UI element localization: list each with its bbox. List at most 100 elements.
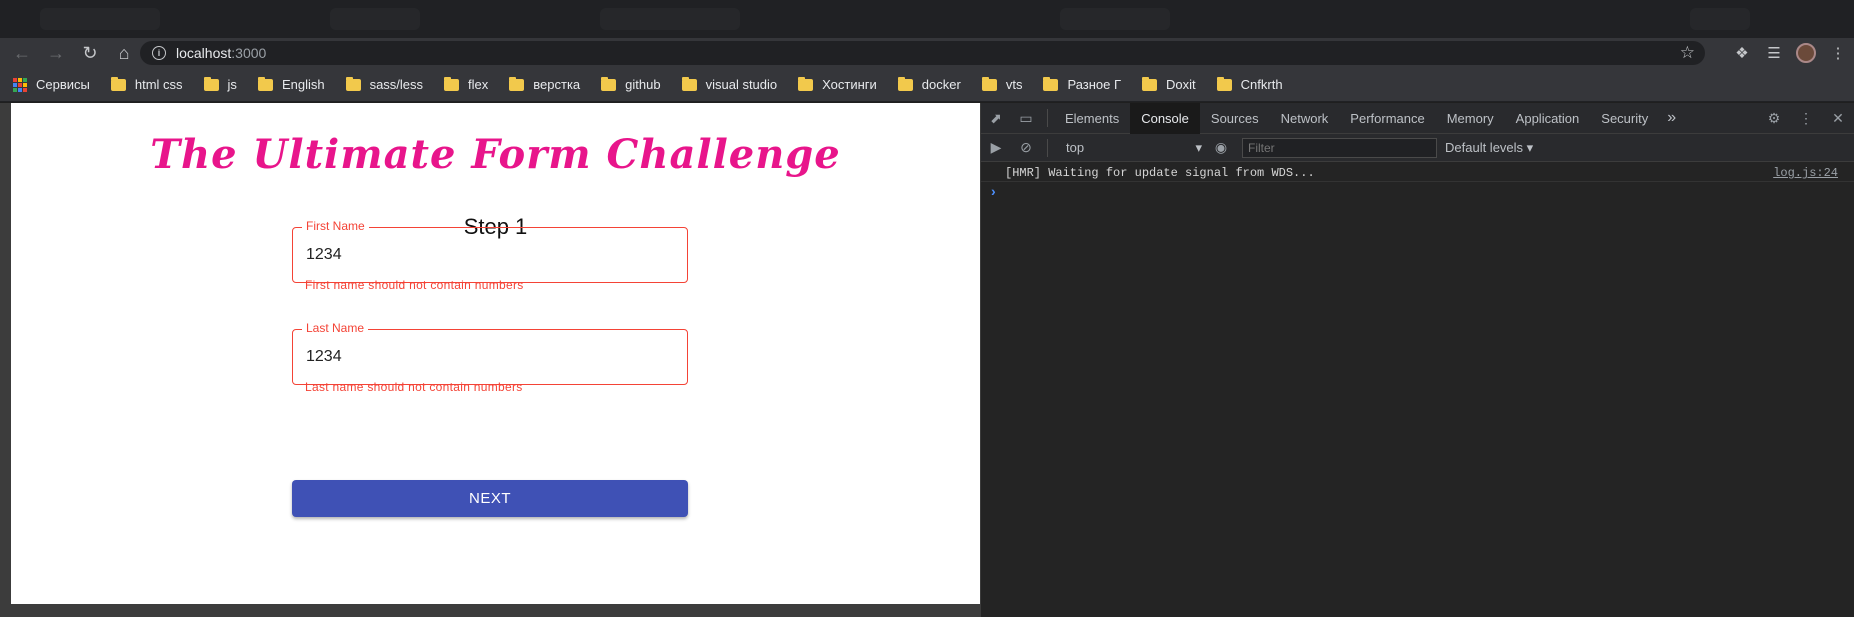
address-bar[interactable]: i localhost:3000 ☆ [140, 41, 1705, 65]
bookmark-item[interactable]: flex [444, 76, 489, 92]
bookmark-item[interactable]: html css [110, 76, 183, 92]
bookmark-item[interactable]: visual studio [681, 76, 778, 92]
bookmark-item[interactable]: vts [981, 76, 1023, 92]
devtools-panel: ⬈ ▭ Elements Console Sources Network Perform… [980, 102, 1854, 617]
bookmark-label: flex [468, 77, 489, 92]
menu-icon[interactable]: ⋮ [1822, 38, 1854, 68]
context-value: top [1066, 140, 1085, 155]
media-icon[interactable]: ☰ [1758, 38, 1790, 68]
bookmark-label: Doxit [1166, 77, 1196, 92]
profile-avatar[interactable] [1790, 38, 1822, 68]
last-name-field[interactable]: Last Name [292, 321, 688, 385]
page-title: The Ultimate Form Challenge [150, 131, 841, 178]
last-name-label: Last Name [302, 321, 369, 335]
settings-gear-icon[interactable]: ⚙ [1758, 103, 1790, 134]
folder-icon [444, 76, 460, 91]
bookmark-item[interactable]: Разное Г [1043, 76, 1122, 92]
reload-icon[interactable]: ↻ [73, 38, 107, 68]
bookmark-label: js [227, 77, 237, 92]
bookmark-label: sass/less [369, 77, 424, 92]
last-name-error: Last name should not contain numbers [305, 380, 523, 394]
devtools-tab-network[interactable]: Network [1270, 103, 1340, 134]
clear-console-icon[interactable]: ⊘ [1011, 132, 1041, 163]
first-name-label: First Name [302, 219, 369, 233]
devtools-tab-performance[interactable]: Performance [1339, 103, 1435, 134]
url-host: localhost [176, 45, 232, 61]
bookmark-item[interactable]: Хостинги [798, 76, 877, 92]
bookmark-item[interactable]: docker [897, 76, 961, 92]
bookmark-item[interactable]: Сервисы [13, 77, 90, 92]
back-icon[interactable]: ← [5, 38, 39, 68]
dropdown-arrow-icon: ▾ [1195, 139, 1202, 155]
bookmark-item[interactable]: Cnfkrth [1216, 76, 1283, 92]
last-name-input[interactable] [306, 344, 666, 370]
divider [1047, 109, 1048, 127]
divider [1047, 138, 1048, 157]
more-tabs-icon[interactable]: » [1667, 109, 1676, 127]
page-viewport: The Ultimate Form Challenge Step 1 First… [11, 103, 980, 604]
device-toolbar-icon[interactable]: ▭ [1011, 103, 1041, 134]
folder-icon [345, 76, 361, 91]
console-filter-input[interactable] [1242, 137, 1437, 158]
apps-icon [13, 77, 27, 92]
devtools-menu-icon[interactable]: ⋮ [1790, 103, 1822, 134]
bookmark-label: html css [134, 77, 183, 92]
devtools-tab-application[interactable]: Application [1505, 103, 1591, 134]
bookmark-label: Хостинги [822, 77, 877, 92]
first-name-input[interactable] [306, 242, 666, 268]
folder-icon [1142, 76, 1158, 91]
console-toolbar: ▶ ⊘ top ▾ ◉ Default levels ▾ [981, 134, 1854, 162]
console-log-row: [HMR] Waiting for update signal from WDS… [981, 163, 1854, 182]
first-name-error: First name should not contain numbers [305, 278, 524, 292]
context-select[interactable]: top ▾ [1062, 138, 1206, 158]
log-source-link[interactable]: log.js:24 [1773, 166, 1838, 180]
extensions-icon[interactable]: ❖ [1726, 38, 1758, 68]
bookmark-label: vts [1005, 77, 1023, 92]
browser-toolbar: ← → ↻ ⌂ i localhost:3000 ☆ ❖ ☰ ⋮ [0, 38, 1854, 68]
folder-icon [203, 76, 219, 91]
devtools-tab-security[interactable]: Security [1590, 103, 1659, 134]
bookmark-label: visual studio [705, 77, 778, 92]
forward-icon[interactable]: → [39, 38, 73, 68]
folder-icon [981, 76, 997, 91]
bookmark-label: Сервисы [36, 77, 90, 92]
devtools-tab-sources[interactable]: Sources [1200, 103, 1270, 134]
eye-icon[interactable]: ◉ [1206, 132, 1236, 163]
inspect-element-icon[interactable]: ⬈ [981, 103, 1011, 134]
bookmark-label: верстка [533, 77, 581, 92]
show-sidebar-icon[interactable]: ▶ [981, 132, 1011, 163]
folder-icon [681, 76, 697, 91]
bookmark-item[interactable]: github [601, 76, 661, 92]
folder-icon [110, 76, 126, 91]
bookmark-label: English [281, 77, 325, 92]
devtools-tab-console[interactable]: Console [1130, 102, 1200, 134]
bookmark-item[interactable]: js [203, 76, 237, 92]
bookmark-label: docker [921, 77, 961, 92]
bookmark-label: Cnfkrth [1240, 77, 1283, 92]
next-button[interactable]: NEXT [292, 480, 688, 517]
bookmark-item[interactable]: Doxit [1142, 76, 1196, 92]
bookmark-label: github [625, 77, 661, 92]
bookmarks-bar: Сервисы html css js English sass/less flex вер… [0, 68, 1854, 102]
devtools-tab-elements[interactable]: Elements [1054, 103, 1130, 134]
bookmark-star-icon[interactable]: ☆ [1680, 43, 1695, 63]
folder-icon [601, 76, 617, 91]
first-name-field[interactable]: First Name [292, 219, 688, 283]
browser-tab-strip [0, 0, 1854, 38]
console-prompt-icon[interactable]: › [991, 183, 996, 199]
folder-icon [897, 76, 913, 91]
url-port: :3000 [231, 45, 267, 61]
folder-icon [1216, 76, 1232, 91]
home-icon[interactable]: ⌂ [107, 38, 141, 68]
log-levels-dropdown[interactable]: Default levels ▾ [1445, 140, 1533, 156]
folder-icon [1043, 76, 1059, 91]
bookmark-label: Разное Г [1067, 77, 1122, 92]
bookmark-item[interactable]: sass/less [345, 76, 424, 92]
devtools-tab-memory[interactable]: Memory [1436, 103, 1505, 134]
site-info-icon[interactable]: i [152, 46, 166, 60]
bookmark-item[interactable]: English [257, 76, 325, 92]
bookmark-item[interactable]: верстка [509, 76, 581, 92]
close-icon[interactable]: ✕ [1822, 103, 1854, 134]
folder-icon [509, 76, 525, 91]
log-message: [HMR] Waiting for update signal from WDS… [1005, 166, 1315, 180]
